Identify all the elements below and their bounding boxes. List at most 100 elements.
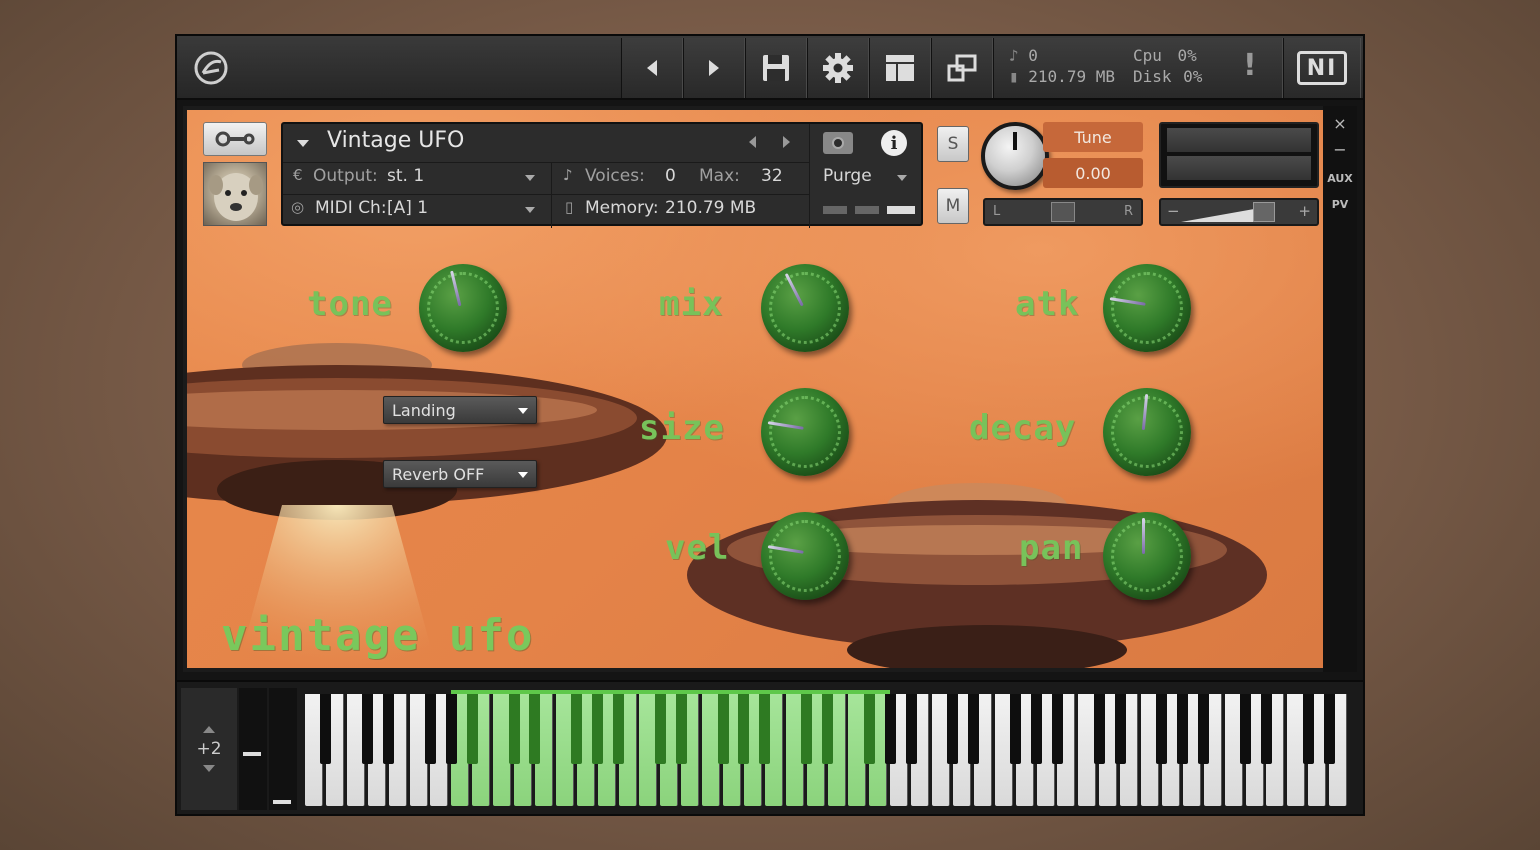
next-instrument-icon[interactable] — [783, 136, 790, 148]
black-key[interactable] — [1093, 694, 1105, 764]
midi-channel-select[interactable]: [A] 1 — [387, 198, 428, 218]
black-key[interactable] — [654, 694, 666, 764]
vel-knob[interactable] — [757, 508, 853, 604]
tune-knob[interactable] — [981, 122, 1049, 190]
black-key[interactable] — [424, 694, 436, 764]
alert-icon[interactable]: ! — [1243, 48, 1257, 83]
tune-value[interactable]: 0.00 — [1043, 158, 1143, 188]
close-instrument-button[interactable]: × — [1323, 114, 1357, 133]
midi-channel-label: MIDI Ch: — [315, 198, 387, 218]
memory-icon: ▯ — [565, 198, 574, 216]
black-key[interactable] — [863, 694, 875, 764]
black-key[interactable] — [801, 694, 813, 764]
resize-button[interactable] — [931, 38, 993, 98]
options-button[interactable] — [807, 38, 869, 98]
midi-dropdown-arrow-icon[interactable] — [525, 207, 535, 213]
black-key[interactable] — [822, 694, 833, 764]
octave-down-icon[interactable] — [203, 765, 215, 772]
octave-up-icon[interactable] — [203, 726, 215, 733]
black-key[interactable] — [905, 694, 917, 764]
solo-button[interactable]: S — [937, 126, 969, 162]
aux-button[interactable]: AUX — [1323, 172, 1357, 185]
mute-button[interactable]: M — [937, 188, 969, 224]
instrument-panel: Vintage UFO i € Output: st. 1 ♪ Voices: — [187, 110, 1323, 668]
mix-knob[interactable] — [757, 260, 853, 356]
black-key[interactable] — [362, 694, 374, 764]
voices-value: 0 — [665, 166, 676, 186]
black-key[interactable] — [571, 694, 583, 764]
black-key[interactable] — [1260, 694, 1272, 764]
instrument-header: Vintage UFO i € Output: st. 1 ♪ Voices: — [281, 122, 923, 228]
black-key[interactable] — [759, 694, 771, 764]
prev-button[interactable] — [621, 38, 683, 98]
black-key[interactable] — [884, 694, 896, 764]
black-key[interactable] — [1240, 694, 1251, 764]
black-key[interactable] — [320, 694, 332, 764]
black-key[interactable] — [613, 694, 624, 764]
black-key[interactable] — [383, 694, 395, 764]
black-key[interactable] — [675, 694, 687, 764]
output-select[interactable]: st. 1 — [387, 166, 424, 186]
volume-handle[interactable] — [1253, 202, 1275, 222]
disk-readout: Disk 0% — [1133, 67, 1202, 86]
prev-instrument-icon[interactable] — [749, 136, 756, 148]
reverb-dropdown[interactable]: Reverb OFF — [383, 460, 537, 488]
atk-knob[interactable] — [1099, 260, 1195, 356]
info-icon[interactable]: i — [881, 130, 907, 156]
pan-center-handle[interactable] — [1051, 202, 1075, 222]
black-key[interactable] — [1051, 694, 1063, 764]
piano-keyboard[interactable] — [305, 690, 1355, 812]
pv-button[interactable]: PV — [1323, 198, 1357, 211]
next-button[interactable] — [683, 38, 745, 98]
black-key[interactable] — [1156, 694, 1168, 764]
black-key[interactable] — [508, 694, 520, 764]
pan-slider[interactable]: L R — [983, 198, 1143, 226]
black-key[interactable] — [1198, 694, 1210, 764]
purge-button[interactable]: Purge — [823, 166, 872, 186]
purge-dropdown-arrow-icon[interactable] — [897, 175, 907, 181]
max-voices-value[interactable]: 32 — [761, 166, 783, 186]
mod-wheel[interactable] — [269, 688, 297, 810]
black-key[interactable] — [947, 694, 959, 764]
black-key[interactable] — [1177, 694, 1189, 764]
voices-readout: ♪ 0 — [1009, 46, 1038, 65]
kontakt-logo-icon[interactable] — [191, 48, 231, 88]
ni-logo-button[interactable]: NI — [1283, 38, 1361, 98]
instrument-name[interactable]: Vintage UFO — [327, 128, 464, 153]
tune-label: Tune — [1043, 122, 1143, 152]
pan-knob[interactable] — [1099, 508, 1195, 604]
volume-slider[interactable]: − + — [1159, 198, 1319, 226]
black-key[interactable] — [738, 694, 750, 764]
tone-knob[interactable] — [415, 260, 511, 356]
black-key[interactable] — [1010, 694, 1022, 764]
black-key[interactable] — [717, 694, 729, 764]
black-key[interactable] — [529, 694, 541, 764]
black-key[interactable] — [445, 694, 457, 764]
size-knob[interactable] — [757, 384, 853, 480]
black-key[interactable] — [592, 694, 604, 764]
memory-value: 210.79 MB — [1028, 67, 1115, 86]
collapse-arrow-icon[interactable] — [297, 140, 309, 147]
save-icon — [763, 55, 789, 81]
cpu-readout: Cpu 0% — [1133, 46, 1197, 65]
output-dropdown-arrow-icon[interactable] — [525, 175, 535, 181]
volume-plus-label: + — [1298, 202, 1311, 220]
pitch-wheel[interactable] — [239, 688, 267, 810]
black-key[interactable] — [968, 694, 980, 764]
instrument-title: vintage ufo — [221, 610, 535, 661]
edit-instrument-button[interactable] — [203, 122, 267, 156]
minimize-instrument-button[interactable]: − — [1323, 140, 1357, 159]
black-key[interactable] — [1323, 694, 1335, 764]
snapshot-camera-icon[interactable] — [823, 132, 853, 154]
black-key[interactable] — [1302, 694, 1314, 764]
save-button[interactable] — [745, 38, 807, 98]
instrument-avatar[interactable] — [203, 162, 267, 226]
voices-icon: ♪ — [563, 166, 573, 184]
black-key[interactable] — [1031, 694, 1042, 764]
landing-dropdown[interactable]: Landing — [383, 396, 537, 424]
black-key[interactable] — [466, 694, 478, 764]
layout-button[interactable] — [869, 38, 931, 98]
decay-knob[interactable] — [1099, 384, 1195, 480]
black-key[interactable] — [1114, 694, 1126, 764]
resize-icon — [947, 54, 977, 82]
